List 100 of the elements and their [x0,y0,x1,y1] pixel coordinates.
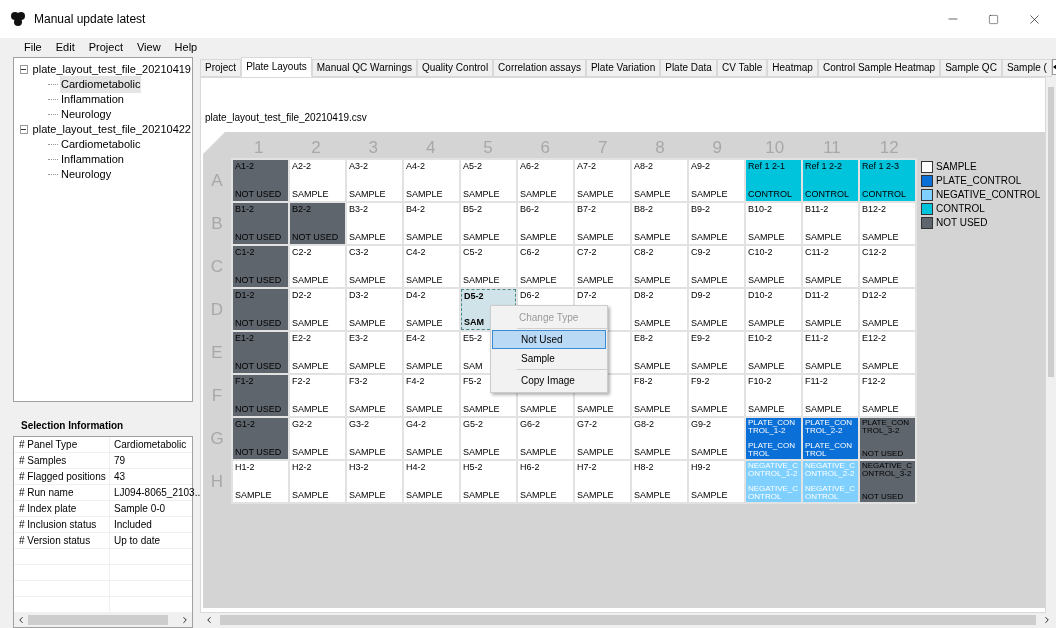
well-type: NOT USED [862,493,905,501]
well-type: SAMPLE [748,232,786,243]
well-id: E10-2 [748,333,774,344]
legend-label: PLATE_CONTROL [936,174,1022,188]
well-id: D5-2 [464,291,485,302]
well-id: A9-2 [691,161,711,172]
well-id: E4-2 [406,333,426,344]
well-type: SAMPLE [577,189,615,200]
well-id: B10-2 [748,204,774,215]
well-type: SAMPLE [691,232,729,243]
well-id: C7-2 [577,247,598,258]
well-type: SAMPLE [292,189,330,200]
well-id: A1-2 [235,161,255,172]
well-type: NOT USED [235,318,283,329]
well-type: SAMPLE [691,447,729,458]
well-type: CONTROL [748,189,793,200]
well-type: SAMPLE [634,447,672,458]
info-key: # Inclusion status [14,517,110,532]
well-type: SAMPLE [634,189,672,200]
well-type: SAMPLE [577,447,615,458]
well-type: SAMPLE [406,189,444,200]
well-id: D11-2 [805,290,830,301]
info-value: Sample 0-0 [113,502,166,516]
well-id: H5-2 [463,462,484,473]
info-value: Up to date [113,534,161,548]
info-value: Cardiometabolic [113,438,187,452]
well-type: NOT USED [235,189,283,200]
well-id: H4-2 [406,462,427,473]
well-id: F5-2 [463,376,483,387]
well-id: F12-2 [862,376,887,387]
well-id: PLATE_CONTROL_2-2 [805,419,853,435]
well-id: G3-2 [349,419,370,430]
well-type: SAMPLE [520,447,558,458]
well-type: SAMPLE [634,232,672,243]
well-type: SAMPLE [406,490,444,501]
well-id: A8-2 [634,161,654,172]
well-type: PLATE_CONTROL [748,442,796,458]
well-type: SAMPLE [691,318,729,329]
well-id: NEGATIVE_CONTROL_1-2 [748,462,799,478]
well-type: SAMPLE [292,447,330,458]
well-id: E2-2 [292,333,312,344]
well-id: A2-2 [292,161,312,172]
well-id: F4-2 [406,376,426,387]
well-id: H2-2 [292,462,313,473]
well-id: C5-2 [463,247,484,258]
well-id: D8-2 [634,290,655,301]
well-type: SAMPLE [520,490,558,501]
well-id: F11-2 [805,376,829,387]
well-type: SAMPLE [406,404,444,415]
well-id: F10-2 [748,376,773,387]
well-id: B9-2 [691,204,711,215]
well-type: SAMPLE [349,490,387,501]
well-type: SAMPLE [691,189,729,200]
well-id: B3-2 [349,204,369,215]
well-type: CONTROL [862,189,907,200]
legend-label: SAMPLE [936,160,977,174]
well-type: SAMPLE [406,275,444,286]
well-id: G4-2 [406,419,427,430]
well-id: C10-2 [748,247,774,258]
well-type: SAMPLE [349,232,387,243]
legend-label: CONTROL [936,202,985,216]
well-type: SAMPLE [463,404,501,415]
well-id: B2-2 [292,204,312,215]
well-type: SAMPLE [862,404,900,415]
well-type: SAMPLE [520,189,558,200]
well-id: NEGATIVE_CONTROL_3-2 [862,462,913,478]
info-value: 79 [113,454,126,468]
well-id: B11-2 [805,204,830,215]
well-type: SAMPLE [349,189,387,200]
well-id: E8-2 [634,333,654,344]
well-type: SAMPLE [862,275,900,286]
well-id: H7-2 [577,462,598,473]
well-id: F1-2 [235,376,255,387]
well-id: B6-2 [520,204,540,215]
well-id: D3-2 [349,290,370,301]
section-title: Selection Information [20,419,125,433]
well-type: SAMPLE [805,318,843,329]
well-id: H9-2 [691,462,712,473]
well-id: Ref 1 2-2 [805,161,844,172]
info-key: # Panel Type [14,437,110,452]
well-id: G9-2 [691,419,712,430]
well-type: SAMPLE [634,275,672,286]
well-type: NOT USED [235,232,283,243]
well-type: SAMPLE [406,318,444,329]
well-type: SAMPLE [691,404,729,415]
well-id: B8-2 [634,204,654,215]
well-id: G2-2 [292,419,313,430]
well-id: H8-2 [634,462,655,473]
well-type: SAMPLE [292,275,330,286]
well-type: SAMPLE [292,318,330,329]
well-id: A3-2 [349,161,369,172]
well-type: SAMPLE [748,404,786,415]
well-id: G8-2 [634,419,655,430]
well-id: E11-2 [805,333,830,344]
well-id: C12-2 [862,247,888,258]
well-type: SAMPLE [862,232,900,243]
info-key: # Version status [14,533,110,548]
well-type: NOT USED [235,361,283,372]
well-id: D7-2 [577,290,598,301]
file-name: plate_layout_test_file_20210419.csv [204,111,368,125]
